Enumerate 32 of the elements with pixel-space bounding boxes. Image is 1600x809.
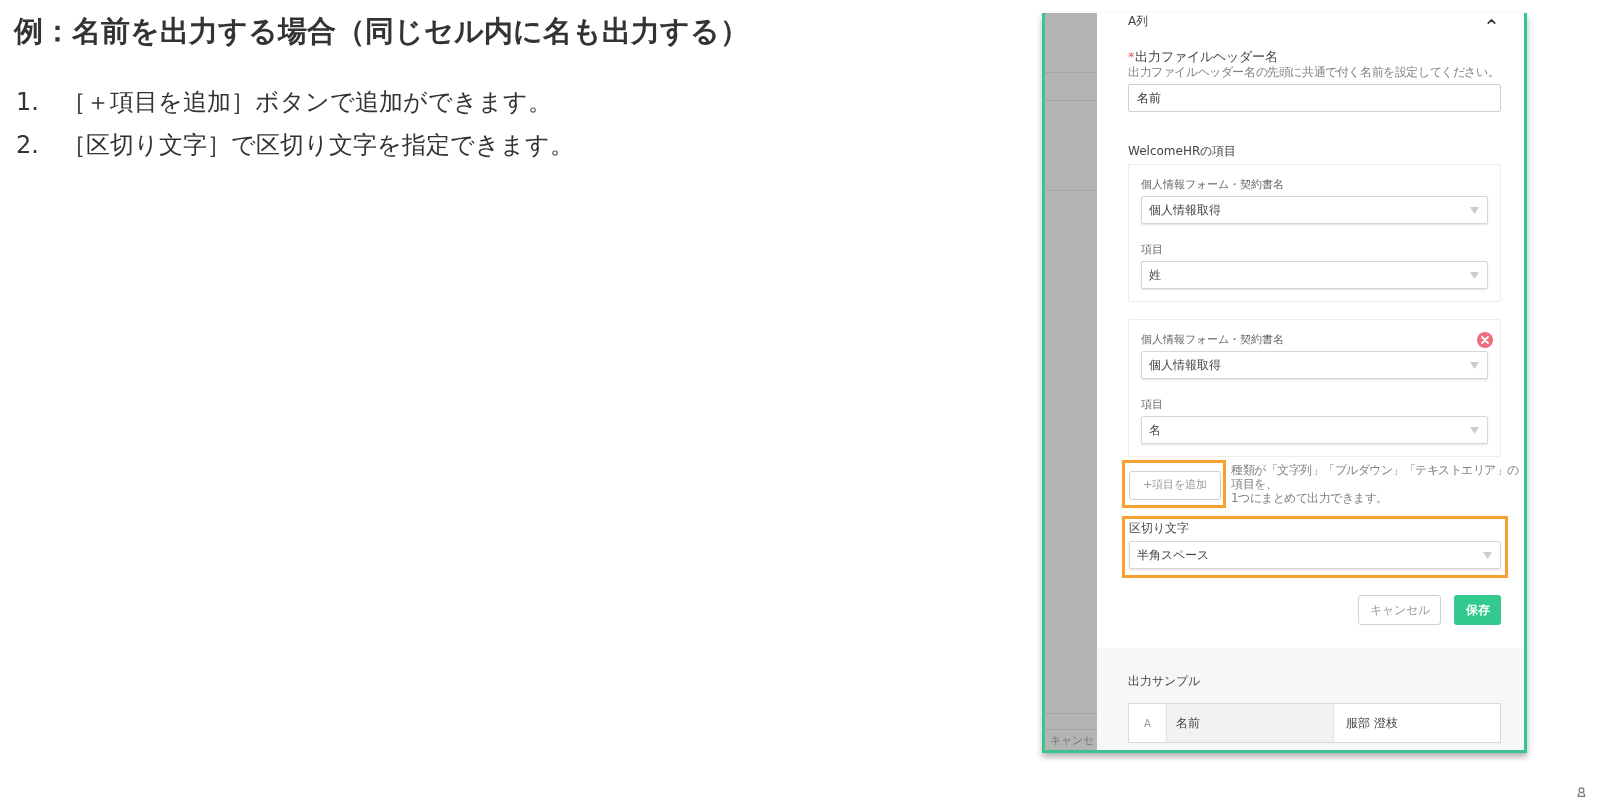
- section-label: 出力サンプル: [1128, 674, 1201, 688]
- field-label: 個人情報フォーム・契約書名: [1141, 333, 1284, 347]
- caret-icon: [1470, 271, 1479, 279]
- select-field[interactable]: 名: [1141, 416, 1488, 444]
- select-field[interactable]: 個人情報取得: [1141, 196, 1488, 224]
- step-text: ［＋項目を追加］ボタンで追加ができます。: [62, 87, 552, 118]
- field-hint: 出力ファイルヘッダー名の先頭に共通で付く名前を設定してください。: [1128, 65, 1501, 80]
- step-number: 2.: [15, 130, 40, 161]
- step-number: 1.: [15, 87, 40, 118]
- caret-icon: [1470, 361, 1479, 369]
- table-cell: 名前: [1166, 704, 1334, 742]
- person-icon: [1577, 787, 1586, 797]
- step-text: ［区切り文字］で区切り文字を指定できます。: [62, 130, 574, 161]
- caret-icon: [1470, 426, 1479, 434]
- select-field[interactable]: 半角スペース: [1129, 541, 1501, 569]
- section-title: A列: [1128, 14, 1149, 28]
- field-label: 項目: [1141, 243, 1163, 257]
- close-icon[interactable]: [1477, 332, 1493, 348]
- field-label: 区切り文字: [1129, 521, 1190, 535]
- field-label: 項目: [1141, 398, 1163, 412]
- table-cell-text: A: [1143, 716, 1152, 731]
- section-label: WelcomeHRの項目: [1128, 143, 1238, 159]
- caret-icon: [1470, 206, 1479, 214]
- select-field[interactable]: 個人情報取得: [1141, 351, 1488, 379]
- select-field[interactable]: 姓: [1141, 261, 1488, 289]
- caret-icon: [1483, 551, 1492, 559]
- page-title: 例：名前を出力する場合（同じセル内に名も出力する）: [14, 13, 750, 50]
- text-field[interactable]: 名前: [1128, 84, 1501, 112]
- field-label: *出力ファイルヘッダー名: [1128, 49, 1279, 65]
- add-item-hint: 種類が「文字列」「プルダウン」「テキストエリア」の項目を、 1つにまとめて出力できます。: [1231, 463, 1519, 505]
- field-label: 個人情報フォーム・契約書名: [1141, 178, 1284, 192]
- table-cell-text: 服部 澄枝: [1345, 715, 1399, 732]
